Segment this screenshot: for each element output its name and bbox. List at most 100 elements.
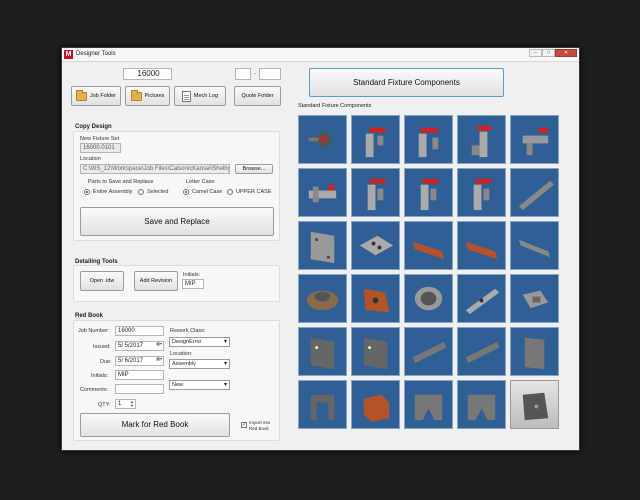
calendar-dropdown-icon[interactable]: ▦▾ [156, 357, 162, 361]
fixture-part-icon [363, 337, 388, 370]
detailing-initials-input[interactable]: MIP [182, 279, 204, 289]
fixture-part-icon [310, 394, 335, 421]
fixture-component-tile[interactable] [457, 115, 506, 164]
fixture-component-tile[interactable] [351, 274, 400, 323]
mech-log-label: Mech Log [193, 93, 219, 99]
fixture-component-tile[interactable] [510, 274, 559, 323]
rb-due-value: 5/ 6/2017 [118, 358, 144, 364]
range-to-input[interactable] [259, 68, 281, 80]
fixture-component-tile[interactable] [404, 168, 453, 217]
fixture-component-tile[interactable] [457, 168, 506, 217]
stepper-arrows-icon[interactable]: ▲ ▼ [130, 400, 134, 408]
location-field[interactable]: C:\WS_12\Workspace\Job Files\CalsonicKan… [80, 164, 230, 174]
fixture-component-tile[interactable] [404, 221, 453, 270]
fixture-components-grid [298, 115, 559, 429]
fixture-component-tile[interactable] [351, 115, 400, 164]
import-label-line1: Import into [249, 420, 271, 425]
fixture-component-tile[interactable] [351, 327, 400, 376]
job-folder-button[interactable]: Job Folder [71, 86, 121, 106]
rb-issued-value: 5/ 5/2017 [118, 343, 144, 349]
rb-comments-input[interactable] [115, 384, 164, 394]
rb-qty-stepper[interactable]: 1 ▲ ▼ [115, 399, 136, 409]
new-fixture-set-label: New Fixture Set [80, 136, 120, 142]
fixture-component-tile[interactable] [457, 274, 506, 323]
spreadsheet-icon [181, 90, 191, 102]
fixture-part-icon [518, 180, 555, 211]
entire-assembly-radio[interactable] [84, 189, 90, 195]
app-logo-icon: M [64, 50, 73, 59]
rb-due-date-picker[interactable]: 5/ 6/2017 ▦▾ [115, 356, 164, 366]
save-and-replace-button[interactable]: Save and Replace [80, 207, 274, 236]
new-fixture-set-field[interactable]: 16000.0101 [80, 143, 121, 153]
browse-button[interactable]: Browse... [235, 164, 273, 174]
fixture-part-icon [363, 288, 390, 313]
rb-initials-input[interactable]: MIP [115, 370, 164, 380]
fixture-component-tile[interactable] [510, 221, 559, 270]
standard-fixture-components-button[interactable]: Standard Fixture Components [309, 68, 504, 97]
camel-case-radio[interactable] [183, 189, 189, 195]
fixture-component-tile[interactable] [404, 380, 453, 429]
entire-assembly-label: Entire Assembly [93, 189, 133, 195]
fixture-component-tile[interactable] [298, 168, 347, 217]
fixture-component-tile[interactable] [351, 380, 400, 429]
fixture-component-tile[interactable] [510, 380, 559, 429]
rb-status-select[interactable]: New [169, 380, 230, 390]
selected-label: Selected [147, 189, 169, 195]
fixture-component-tile[interactable] [351, 221, 400, 270]
rb-issued-label: Issued: [93, 344, 111, 350]
fixture-part-icon [412, 341, 447, 364]
range-from-input[interactable] [235, 68, 251, 80]
camel-case-label: Camel Case [192, 189, 223, 195]
selected-radio[interactable] [138, 189, 144, 195]
fixture-component-tile[interactable] [298, 274, 347, 323]
fixture-part-icon [465, 241, 498, 260]
rb-rework-class-select[interactable]: DesignError [169, 337, 230, 347]
fixture-part-icon [359, 235, 394, 256]
upper-case-radio[interactable] [227, 189, 233, 195]
rb-rework-class-label: Rework Class: [170, 328, 206, 334]
maximize-button[interactable]: □ [542, 49, 555, 57]
fixture-component-tile[interactable] [351, 168, 400, 217]
fixture-component-tile[interactable] [298, 221, 347, 270]
fixture-part-icon [524, 337, 545, 370]
rb-job-number-input[interactable]: 16000 [115, 326, 164, 336]
fixture-component-tile[interactable] [457, 380, 506, 429]
fixture-component-tile[interactable] [404, 327, 453, 376]
rb-qty-value: 1 [118, 401, 122, 407]
fixture-component-tile[interactable] [457, 221, 506, 270]
add-revision-button[interactable]: Add Revision [134, 271, 178, 291]
fixture-part-icon [367, 178, 386, 211]
pictures-label: Pictures [144, 93, 165, 99]
fixture-part-icon [365, 127, 386, 158]
open-idw-button[interactable]: Open .idw [80, 271, 124, 291]
mech-log-button[interactable]: Mech Log [174, 86, 226, 106]
fixture-component-tile[interactable] [457, 327, 506, 376]
letter-case-label: Letter Case [186, 179, 215, 185]
minimize-button[interactable]: ─ [529, 49, 542, 57]
pictures-button[interactable]: Pictures [125, 86, 170, 106]
mark-for-red-book-button[interactable]: Mark for Red Book [80, 413, 230, 437]
fixture-component-tile[interactable] [510, 327, 559, 376]
job-number-input[interactable]: 16000 [123, 68, 172, 80]
rb-location-select[interactable]: Assembly [169, 359, 230, 369]
fixture-part-icon [308, 131, 332, 148]
fixture-component-tile[interactable] [298, 380, 347, 429]
fixture-component-tile[interactable] [404, 274, 453, 323]
import-into-red-book-checkbox[interactable]: ✓ [241, 422, 247, 428]
fixture-component-tile[interactable] [510, 168, 559, 217]
fixture-part-icon [414, 394, 443, 421]
fixture-component-tile[interactable] [510, 115, 559, 164]
calendar-dropdown-icon[interactable]: ▦▾ [156, 342, 162, 346]
fixture-component-tile[interactable] [298, 115, 347, 164]
fixture-part-icon [310, 231, 335, 264]
rb-due-label: Due: [100, 359, 112, 365]
fixture-part-icon [418, 127, 439, 158]
close-button[interactable]: ✕ [555, 49, 577, 57]
fixture-part-icon [522, 392, 549, 421]
quote-folder-button[interactable]: Quote Folder [234, 86, 281, 106]
rb-issued-date-picker[interactable]: 5/ 5/2017 ▦▾ [115, 341, 164, 351]
import-label-line2: Red Book [249, 426, 269, 431]
fixture-part-icon [518, 239, 551, 258]
fixture-component-tile[interactable] [404, 115, 453, 164]
fixture-component-tile[interactable] [298, 327, 347, 376]
